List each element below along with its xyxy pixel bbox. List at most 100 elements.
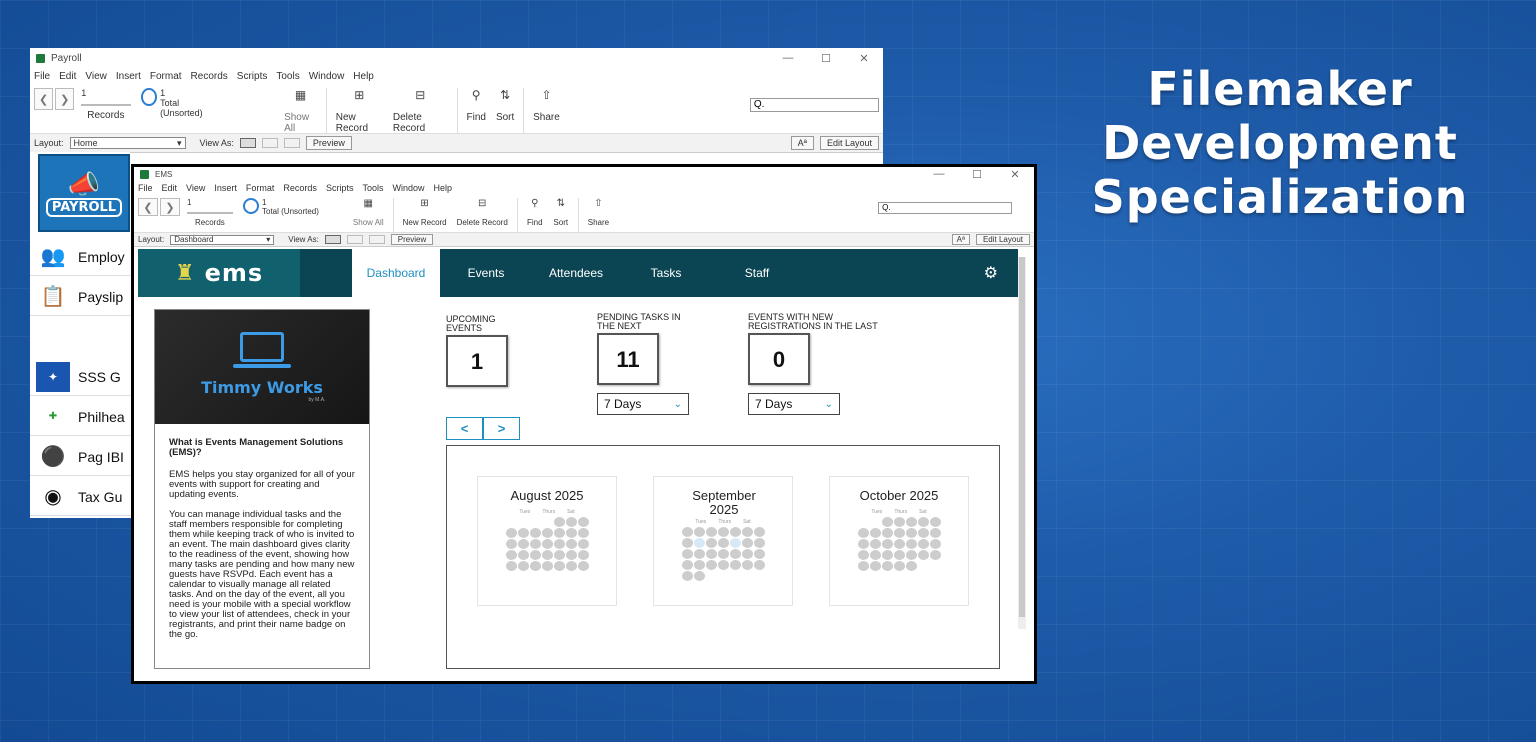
calendar-day[interactable] xyxy=(693,527,705,537)
calendar-day[interactable] xyxy=(929,517,941,527)
calendar-day[interactable] xyxy=(577,517,589,527)
layout-select[interactable]: Home ▾ xyxy=(69,137,186,149)
menu-tools[interactable]: Tools xyxy=(362,183,383,193)
search-input[interactable]: Q. xyxy=(878,202,1013,214)
calendar-day[interactable] xyxy=(693,549,705,559)
menu-scripts[interactable]: Scripts xyxy=(237,71,268,82)
show-all-button[interactable]: ▦ Show All xyxy=(348,198,389,227)
calendar-day[interactable] xyxy=(857,539,869,549)
menu-file[interactable]: File xyxy=(34,71,50,82)
calendar-day[interactable] xyxy=(893,550,905,560)
calendar-day[interactable] xyxy=(741,560,753,570)
menu-records[interactable]: Records xyxy=(191,71,228,82)
show-all-button[interactable]: ▦ Show All xyxy=(279,88,322,134)
calendar-day[interactable] xyxy=(505,550,517,560)
calendar-day[interactable] xyxy=(541,561,553,571)
calendar-day[interactable] xyxy=(905,561,917,571)
preview-button[interactable]: Preview xyxy=(390,234,434,245)
calendar-day[interactable] xyxy=(717,527,729,537)
calendar-day[interactable] xyxy=(857,561,869,571)
form-view-icon[interactable] xyxy=(239,138,256,148)
calendar-day[interactable] xyxy=(681,571,693,581)
text-format-button[interactable]: Aª xyxy=(951,234,970,245)
calendar-day[interactable] xyxy=(541,528,553,538)
calendar-day[interactable] xyxy=(705,549,717,559)
calendar-day[interactable] xyxy=(905,517,917,527)
calendar-day[interactable] xyxy=(917,539,929,549)
layout-select[interactable]: Dashboard ▾ xyxy=(170,234,275,245)
calendar-day[interactable] xyxy=(505,539,517,549)
minimize-button[interactable]: — xyxy=(769,52,807,65)
calendar-day[interactable] xyxy=(917,517,929,527)
list-view-icon[interactable] xyxy=(346,235,363,244)
calendar-day[interactable] xyxy=(565,561,577,571)
edit-layout-button[interactable]: Edit Layout xyxy=(819,136,879,150)
calendar-day[interactable] xyxy=(517,550,529,560)
menu-help[interactable]: Help xyxy=(353,71,374,82)
record-slider[interactable] xyxy=(187,212,233,214)
calendar-day[interactable] xyxy=(541,550,553,560)
calendar-day[interactable] xyxy=(517,561,529,571)
menu-window[interactable]: Window xyxy=(309,71,345,82)
calendar-day[interactable] xyxy=(893,528,905,538)
menu-view[interactable]: View xyxy=(186,183,205,193)
table-view-icon[interactable] xyxy=(283,138,300,148)
calendar-day[interactable] xyxy=(529,550,541,560)
calendar-day[interactable] xyxy=(553,550,565,560)
edit-layout-button[interactable]: Edit Layout xyxy=(975,234,1030,245)
menu-scripts[interactable]: Scripts xyxy=(326,183,354,193)
delete-record-button[interactable]: ⊟ Delete Record xyxy=(388,88,453,134)
calendar-day[interactable] xyxy=(577,528,589,538)
calendar-day[interactable] xyxy=(893,561,905,571)
calendar-day[interactable] xyxy=(753,527,765,537)
calendar-day[interactable] xyxy=(705,560,717,570)
calendar-day[interactable] xyxy=(869,550,881,560)
calendar-day[interactable] xyxy=(881,517,893,527)
prev-record-button[interactable]: ❮ xyxy=(138,198,158,216)
prev-month-button[interactable]: < xyxy=(446,417,483,440)
menu-edit[interactable]: Edit xyxy=(162,183,178,193)
calendar-day[interactable] xyxy=(553,517,565,527)
calendar-day[interactable] xyxy=(729,549,741,559)
calendar-day[interactable] xyxy=(905,550,917,560)
calendar-day[interactable] xyxy=(917,528,929,538)
tab-tasks[interactable]: Tasks xyxy=(620,249,712,297)
calendar-day[interactable] xyxy=(565,539,577,549)
menu-file[interactable]: File xyxy=(138,183,153,193)
calendar-day[interactable] xyxy=(893,517,905,527)
calendar-day[interactable] xyxy=(717,549,729,559)
calendar-day[interactable] xyxy=(565,550,577,560)
maximize-button[interactable]: ☐ xyxy=(807,52,845,65)
calendar-day[interactable] xyxy=(505,528,517,538)
find-button[interactable]: ⚲ Find xyxy=(522,198,548,227)
calendar-day[interactable] xyxy=(741,538,753,548)
close-button[interactable]: ✕ xyxy=(996,168,1034,181)
new-record-button[interactable]: ⊞ New Record xyxy=(398,198,452,227)
calendar-day[interactable] xyxy=(881,550,893,560)
menu-tools[interactable]: Tools xyxy=(276,71,299,82)
calendar-day[interactable] xyxy=(705,538,717,548)
calendar-day[interactable] xyxy=(565,517,577,527)
calendar-day[interactable] xyxy=(693,538,705,548)
record-number[interactable]: 1 xyxy=(187,198,191,207)
calendar-day[interactable] xyxy=(881,528,893,538)
calendar-day[interactable] xyxy=(705,527,717,537)
calendar-day[interactable] xyxy=(517,539,529,549)
sort-button[interactable]: ⇅ Sort xyxy=(548,198,574,227)
calendar-day[interactable] xyxy=(753,549,765,559)
gear-icon[interactable]: ⚙ xyxy=(984,263,998,283)
calendar-day[interactable] xyxy=(929,550,941,560)
calendar-day[interactable] xyxy=(869,528,881,538)
calendar-day[interactable] xyxy=(753,538,765,548)
calendar-day[interactable] xyxy=(529,539,541,549)
next-record-button[interactable]: ❯ xyxy=(55,88,75,110)
calendar-day[interactable] xyxy=(753,560,765,570)
calendar-day[interactable] xyxy=(917,550,929,560)
calendar-day[interactable] xyxy=(729,560,741,570)
pending-range-select[interactable]: 7 Days ⌄ xyxy=(597,393,689,415)
tab-dashboard[interactable]: Dashboard xyxy=(352,249,440,297)
close-button[interactable]: ✕ xyxy=(845,52,883,65)
calendar-day[interactable] xyxy=(565,528,577,538)
calendar-day[interactable] xyxy=(681,549,693,559)
next-month-button[interactable]: > xyxy=(483,417,520,440)
